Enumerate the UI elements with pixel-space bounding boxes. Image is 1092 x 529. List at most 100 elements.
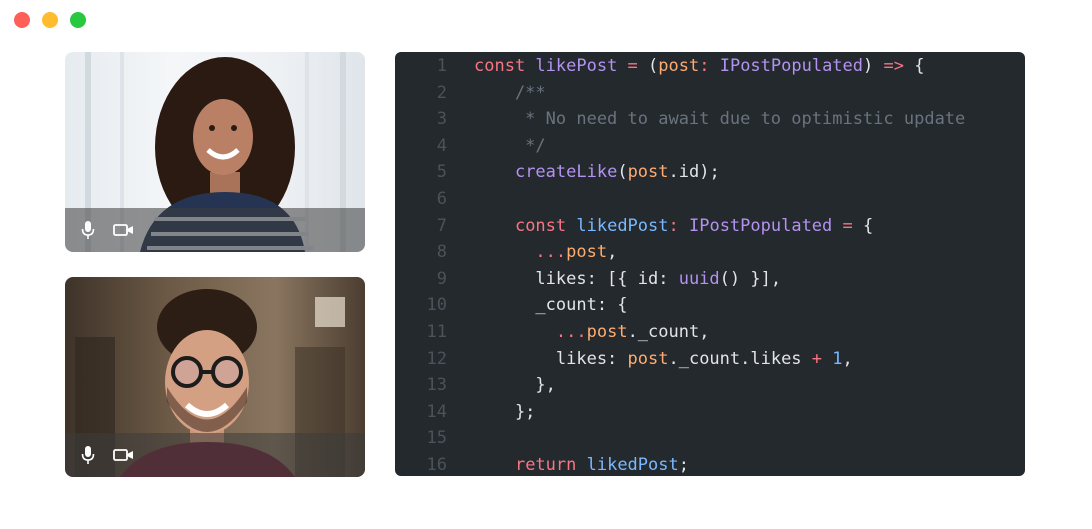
code-token: post: [586, 322, 628, 342]
code-text: ...post._count,: [474, 319, 710, 346]
code-token: likedPost: [586, 455, 679, 475]
code-token: ,: [842, 348, 853, 369]
code-token: post: [627, 162, 669, 183]
code-editor[interactable]: 1 const likePost = (post: IPostPopulated)…: [395, 52, 1025, 476]
code-line: 9 likes: [{ id: uuid() }],: [395, 266, 1025, 293]
code-text: likes: post._count.likes + 1,: [474, 346, 853, 373]
code-token: +: [811, 348, 823, 369]
video-camera-icon[interactable]: [113, 219, 135, 241]
maximize-window-button[interactable]: [70, 12, 86, 28]
code-token: createLike: [514, 162, 618, 183]
code-text: _count: {: [474, 292, 628, 319]
code-token: _count: {: [474, 295, 628, 316]
code-text: };: [474, 399, 535, 426]
code-token: .id);: [668, 162, 720, 183]
line-number: 13: [426, 375, 447, 396]
code-line: 11 ...post._count,: [395, 319, 1025, 346]
code-text: * No need to await due to optimistic upd…: [474, 106, 965, 133]
code-token: {: [903, 56, 925, 76]
close-window-button[interactable]: [14, 12, 30, 28]
code-token: (: [648, 56, 659, 76]
code-line: 3 * No need to await due to optimistic u…: [395, 106, 1025, 133]
code-token: (: [617, 162, 628, 183]
code-token: IPostPopulated: [719, 56, 864, 76]
code-token: ._count.likes: [668, 348, 812, 369]
code-token: :: [699, 56, 720, 76]
line-number: 12: [426, 348, 447, 369]
code-text: ...post,: [474, 239, 617, 266]
microphone-icon[interactable]: [77, 219, 99, 241]
code-token: =: [832, 215, 863, 236]
code-token: likedPost: [576, 215, 669, 236]
code-token: const: [514, 215, 577, 236]
line-number: 4: [436, 135, 447, 156]
code-text: },: [474, 372, 556, 399]
line-number: 3: [436, 109, 447, 130]
code-token: * No need to await due to optimistic upd…: [474, 109, 966, 130]
line-number: 6: [436, 189, 447, 209]
code-token: };: [474, 401, 536, 422]
code-line: 14 };: [395, 399, 1025, 426]
code-line: 13 },: [395, 372, 1025, 399]
line-number: 7: [436, 215, 447, 236]
code-text: createLike(post.id);: [474, 159, 720, 186]
code-token: return: [514, 455, 587, 475]
code-token: ...: [555, 322, 587, 342]
code-line: 5 createLike(post.id);: [395, 159, 1025, 186]
code-token: post: [658, 56, 700, 76]
code-text: const likePost = (post: IPostPopulated) …: [474, 53, 924, 80]
code-token: likes: [{ id:: [474, 268, 679, 289]
code-text: */: [474, 133, 545, 160]
code-line: 2 /**: [395, 80, 1025, 107]
code-token: ,: [607, 242, 618, 263]
line-number: 14: [426, 401, 447, 422]
code-line: 1 const likePost = (post: IPostPopulated)…: [395, 53, 1025, 80]
code-token: /**: [474, 82, 546, 103]
code-token: likePost: [535, 56, 618, 76]
window-controls: [14, 12, 86, 28]
code-token: post: [627, 348, 669, 369]
video-camera-icon[interactable]: [113, 444, 135, 466]
microphone-icon[interactable]: [77, 444, 99, 466]
code-token: const: [474, 56, 536, 76]
code-token: =: [617, 56, 649, 76]
line-number: 2: [436, 82, 447, 103]
code-token: :: [668, 215, 689, 236]
code-token: post: [566, 242, 608, 263]
code-token: },: [474, 375, 556, 396]
line-number: 10: [426, 295, 447, 316]
code-token: ): [863, 56, 884, 76]
line-number: 5: [436, 162, 447, 183]
code-text: const likedPost: IPostPopulated = {: [474, 213, 873, 240]
line-number: 16: [426, 455, 447, 475]
line-number: 1: [436, 56, 447, 76]
code-token: IPostPopulated: [688, 215, 833, 236]
code-text: return likedPost;: [474, 452, 689, 476]
code-token: uuid: [678, 268, 720, 289]
code-token: ._count,: [627, 322, 710, 342]
line-number: 9: [436, 268, 447, 289]
code-text: /**: [474, 80, 546, 107]
code-token: likes:: [474, 348, 628, 369]
code-line: 12 likes: post._count.likes + 1,: [395, 346, 1025, 373]
participant-2-controls: [65, 433, 365, 477]
line-number: 15: [426, 428, 447, 449]
participant-video-1: [65, 52, 365, 252]
participant-video-2: [65, 277, 365, 477]
code-token: {: [863, 215, 874, 236]
code-token: () }],: [719, 268, 782, 289]
code-line: 8 ...post,: [395, 239, 1025, 266]
code-token: ;: [678, 455, 689, 475]
code-token: 1: [832, 348, 843, 369]
code-token: ...: [535, 242, 567, 263]
minimize-window-button[interactable]: [42, 12, 58, 28]
code-token: =>: [883, 56, 904, 76]
code-line: 16 return likedPost;: [395, 452, 1025, 476]
participant-1-controls: [65, 208, 365, 252]
